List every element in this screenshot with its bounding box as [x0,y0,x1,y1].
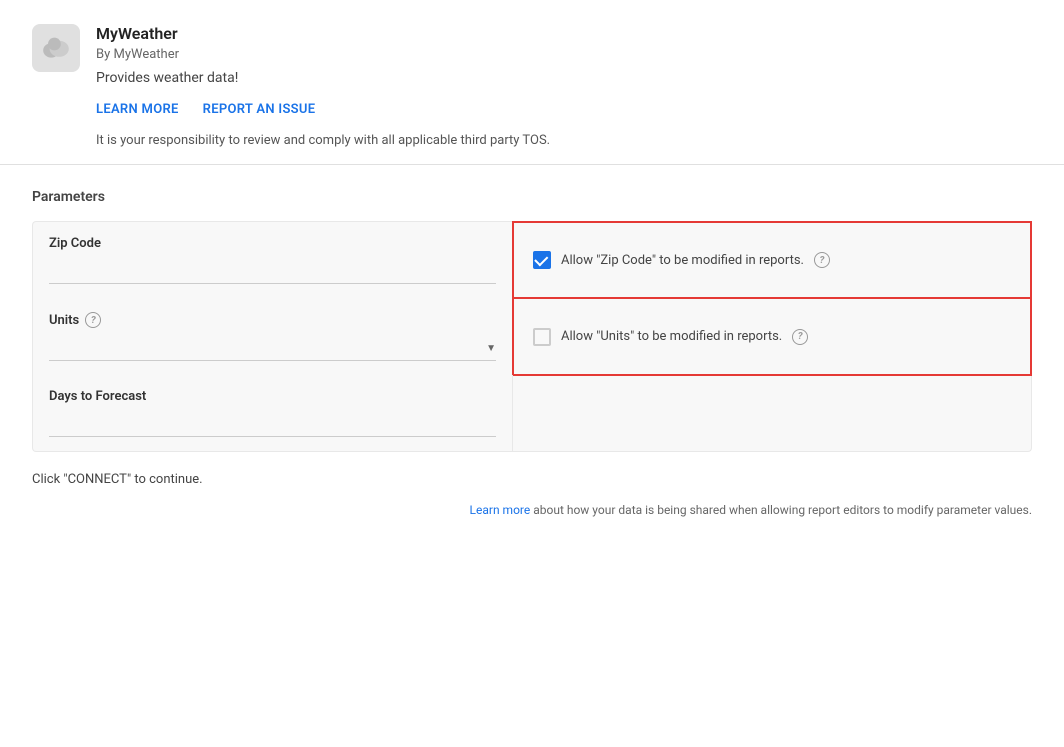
footer-learn: Learn more about how your data is being … [0,495,1064,541]
app-info: MyWeather By MyWeather Provides weather … [96,24,550,148]
cloud-icon [40,32,72,64]
units-label: Units ? [49,312,496,328]
app-name: MyWeather [96,24,550,43]
units-help-icon[interactable]: ? [85,312,101,328]
units-allow-help-icon[interactable]: ? [792,329,808,345]
units-dropdown[interactable]: Imperial Metric [49,340,482,356]
report-issue-link[interactable]: REPORT AN ISSUE [203,102,316,117]
days-forecast-input[interactable] [49,412,496,437]
learn-more-link[interactable]: LEARN MORE [96,102,179,117]
units-row: Units ? Imperial Metric ▼ Allow "Units" … [32,298,1032,375]
app-description: Provides weather data! [96,66,550,98]
zip-code-help-icon[interactable]: ? [814,252,830,268]
units-allow-modify-control: Allow "Units" to be modified in reports.… [533,328,808,346]
days-forecast-row: Days to Forecast [32,375,1032,452]
parameters-rebuilt: Zip Code Allow "Zip Code" to be modified… [0,221,1064,452]
zip-code-allow-modify-control: Allow "Zip Code" to be modified in repor… [533,251,830,269]
footer-learn-more-link[interactable]: Learn more [470,503,531,517]
zip-code-param-left: Zip Code [33,222,513,298]
zip-code-checkbox[interactable] [533,251,551,269]
section-divider [0,164,1064,165]
units-dropdown-wrapper: Imperial Metric ▼ [49,336,496,361]
parameters-title: Parameters [0,189,1064,221]
zip-code-row: Zip Code Allow "Zip Code" to be modified… [32,221,1032,298]
app-icon [32,24,80,72]
units-checkbox[interactable] [533,328,551,346]
tos-notice: It is your responsibility to review and … [96,121,550,148]
days-forecast-param-left: Days to Forecast [33,375,513,451]
app-header: MyWeather By MyWeather Provides weather … [0,0,1064,164]
zip-code-label: Zip Code [49,236,496,251]
app-links: LEARN MORE REPORT AN ISSUE [96,102,550,117]
units-allow-modify: Allow "Units" to be modified in reports.… [513,298,1031,375]
footer-hint: Click "CONNECT" to continue. [0,452,1064,495]
app-author: By MyWeather [96,47,550,62]
units-param-left: Units ? Imperial Metric ▼ [33,298,513,375]
zip-code-input[interactable] [49,259,496,284]
units-dropdown-arrow: ▼ [486,343,496,354]
zip-code-allow-modify: Allow "Zip Code" to be modified in repor… [513,222,1031,298]
footer-learn-suffix: about how your data is being shared when… [530,503,1032,517]
days-forecast-right [513,375,1031,451]
zip-code-allow-label: Allow "Zip Code" to be modified in repor… [561,253,804,268]
units-allow-label: Allow "Units" to be modified in reports. [561,329,782,344]
days-forecast-label: Days to Forecast [49,389,496,404]
